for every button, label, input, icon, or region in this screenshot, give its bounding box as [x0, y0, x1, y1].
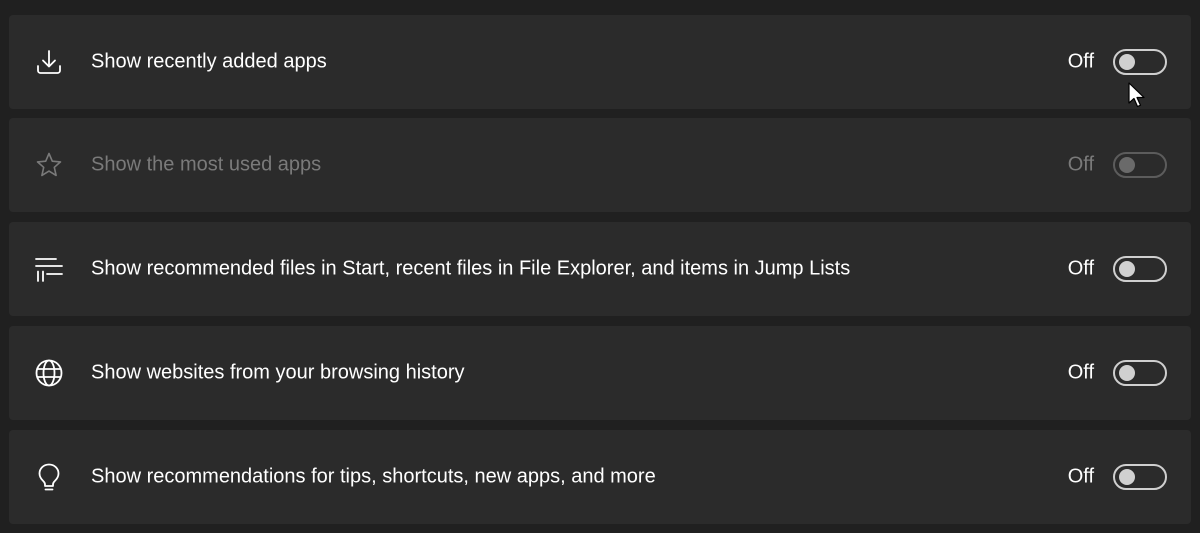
toggle-knob — [1119, 261, 1135, 277]
toggle-switch-tips-recommendations[interactable] — [1113, 464, 1167, 490]
toggle-knob — [1119, 157, 1135, 173]
download-icon — [33, 46, 65, 78]
setting-row-recently-added-apps: Show recently added apps Off — [9, 15, 1191, 109]
toggle-switch-recommended-files[interactable] — [1113, 256, 1167, 282]
setting-row-browsing-history: Show websites from your browsing history… — [9, 326, 1191, 420]
setting-label: Show the most used apps — [91, 153, 322, 176]
lightbulb-icon — [33, 461, 65, 493]
setting-label: Show recommendations for tips, shortcuts… — [91, 465, 656, 488]
toggle-knob — [1119, 54, 1135, 70]
setting-label: Show recommended files in Start, recent … — [91, 257, 851, 280]
list-icon — [33, 253, 65, 285]
toggle-state-label: Off — [1067, 361, 1094, 384]
setting-label: Show recently added apps — [91, 50, 327, 73]
setting-row-recommended-files: Show recommended files in Start, recent … — [9, 222, 1191, 316]
toggle-state-label: Off — [1067, 153, 1094, 176]
toggle-state-label: Off — [1067, 465, 1094, 488]
star-icon — [33, 149, 65, 181]
toggle-switch-browsing-history[interactable] — [1113, 360, 1167, 386]
settings-list: Show recently added apps Off Show the mo… — [0, 0, 1200, 533]
setting-row-tips-recommendations: Show recommendations for tips, shortcuts… — [9, 430, 1191, 524]
setting-row-most-used-apps: Show the most used apps Off — [9, 118, 1191, 212]
globe-icon — [33, 357, 65, 389]
setting-label: Show websites from your browsing history — [91, 361, 465, 384]
toggle-knob — [1119, 365, 1135, 381]
toggle-state-label: Off — [1067, 50, 1094, 73]
toggle-switch-most-used-apps[interactable] — [1113, 152, 1167, 178]
toggle-state-label: Off — [1067, 257, 1094, 280]
toggle-knob — [1119, 469, 1135, 485]
toggle-switch-recently-added-apps[interactable] — [1113, 49, 1167, 75]
